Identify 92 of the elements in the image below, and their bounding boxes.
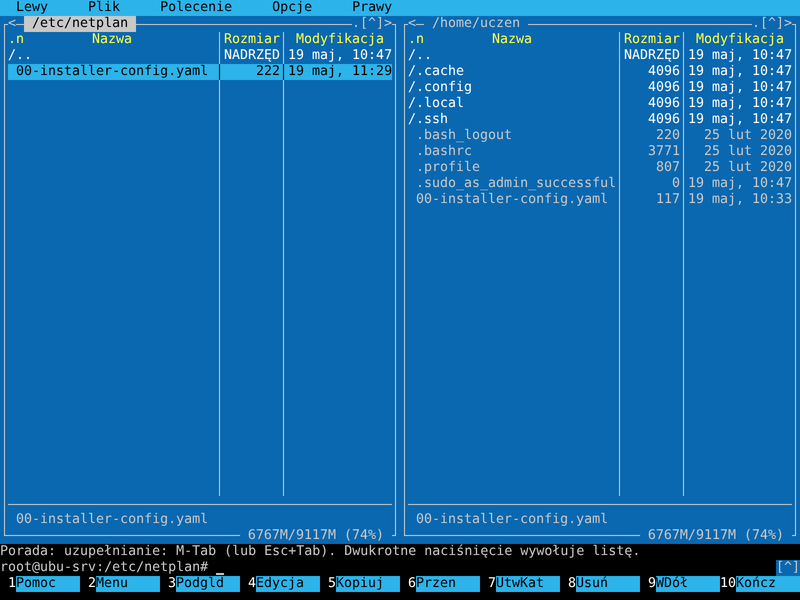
- path-title: /etc/netplan: [24, 16, 136, 32]
- table-cell: 19 maj, 10:47: [288, 48, 392, 63]
- table-cell: NADRZĘD: [224, 48, 280, 63]
- table-cell: 117: [656, 192, 680, 207]
- menu-item[interactable]: Polecenie: [160, 0, 232, 16]
- table-cell: /.config: [408, 80, 472, 96]
- status-filename: 00-installer-config.yaml: [416, 512, 608, 527]
- key-number: 10: [720, 576, 736, 592]
- table-cell: NADRZĘD: [624, 48, 680, 63]
- table-cell: .bash_logout: [416, 128, 512, 144]
- file-row[interactable]: .bash_logout 220 25 lut 2020: [408, 128, 792, 144]
- function-key-button[interactable]: Edycja: [256, 576, 320, 592]
- nav-right-button[interactable]: .[^]>: [752, 16, 792, 32]
- key-number: 3: [166, 576, 176, 592]
- table-cell: 3771: [648, 144, 680, 159]
- hint-text: Porada: uzupełnianie: M-Tab (lub Esc+Tab). Dwukrotne naciśnięcie wywołuje listę.: [0, 544, 640, 559]
- table-cell: 807: [656, 160, 680, 175]
- key-number: 2: [86, 576, 96, 592]
- column-header[interactable]: Nazwa: [92, 32, 132, 48]
- function-key-button[interactable]: Przen: [416, 576, 480, 592]
- table-cell: 25 lut 2020: [704, 144, 792, 159]
- key-number: 4: [246, 576, 256, 592]
- table-cell: 19 maj, 10:47: [688, 80, 792, 95]
- column-header[interactable]: Modyfikacja: [296, 32, 384, 47]
- table-cell: 19 maj, 10:47: [688, 96, 792, 111]
- table-cell: 220: [656, 128, 680, 143]
- file-row[interactable]: 00-installer-config.yaml 222 19 maj, 11:29: [8, 64, 392, 80]
- function-key-button[interactable]: Podgld: [176, 576, 240, 592]
- table-cell: /.cache: [408, 64, 464, 80]
- cursor: [216, 573, 224, 575]
- menu-item[interactable]: Lewy: [16, 0, 48, 16]
- column-header[interactable]: .n: [408, 32, 424, 48]
- table-cell: 4096: [648, 64, 680, 79]
- function-key-button[interactable]: Usuń: [576, 576, 640, 592]
- table-cell: 4096: [648, 112, 680, 127]
- table-cell: 00-installer-config.yaml: [16, 64, 208, 80]
- file-row[interactable]: /.. NADRZĘD 19 maj, 10:47: [8, 48, 392, 64]
- function-key-button[interactable]: UtwKat: [496, 576, 560, 592]
- table-cell: 19 maj, 11:29: [288, 64, 392, 79]
- table-cell: 25 lut 2020: [704, 160, 792, 175]
- table-cell: 4096: [648, 96, 680, 111]
- table-cell: 19 maj, 10:47: [688, 48, 792, 63]
- function-key-button[interactable]: Menu: [96, 576, 160, 592]
- column-header[interactable]: Modyfikacja: [696, 32, 784, 47]
- menu-item[interactable]: Opcje: [272, 0, 312, 16]
- menu-item[interactable]: Prawy: [352, 0, 392, 16]
- key-number: 1: [6, 576, 16, 592]
- file-row[interactable]: /.config 4096 19 maj, 10:47: [408, 80, 792, 96]
- nav-right-button[interactable]: .[^]>: [352, 16, 392, 32]
- disk-usage: 6767M/9117M (74%): [640, 528, 792, 544]
- function-key-button[interactable]: WDół: [656, 576, 720, 592]
- key-number: 7: [486, 576, 496, 592]
- table-cell: /.ssh: [408, 112, 448, 128]
- disk-usage: 6767M/9117M (74%): [240, 528, 392, 544]
- file-row[interactable]: /.cache 4096 19 maj, 10:47: [408, 64, 792, 80]
- scroll-marker: [^]: [776, 560, 800, 576]
- table-cell: .sudo_as_admin_successful: [416, 176, 616, 192]
- table-cell: 19 maj, 10:47: [688, 64, 792, 79]
- table-cell: /.local: [408, 96, 464, 112]
- file-row[interactable]: /.. NADRZĘD 19 maj, 10:47: [408, 48, 792, 64]
- table-cell: 19 maj, 10:47: [688, 112, 792, 127]
- function-key-button[interactable]: Kończ: [736, 576, 800, 592]
- file-row[interactable]: /.ssh 4096 19 maj, 10:47: [408, 112, 792, 128]
- table-cell: 25 lut 2020: [704, 128, 792, 143]
- status-filename: 00-installer-config.yaml: [16, 512, 208, 527]
- table-cell: 19 maj, 10:33: [688, 192, 792, 207]
- table-cell: 00-installer-config.yaml: [416, 192, 608, 208]
- table-cell: /..: [408, 48, 432, 64]
- file-row[interactable]: /.local 4096 19 maj, 10:47: [408, 96, 792, 112]
- key-number: 6: [406, 576, 416, 592]
- table-cell: .bashrc: [416, 144, 472, 160]
- table-cell: 0: [672, 176, 680, 191]
- shell-prompt: root@ubu-srv:/etc/netplan#: [0, 560, 208, 576]
- key-number: 8: [566, 576, 576, 592]
- table-cell: .profile: [416, 160, 480, 176]
- column-header[interactable]: .n: [8, 32, 24, 48]
- table-cell: 4096: [648, 80, 680, 95]
- menu-item[interactable]: Plik: [88, 0, 120, 16]
- file-row[interactable]: 00-installer-config.yaml 117 19 maj, 10:33: [408, 192, 792, 208]
- key-number: 9: [646, 576, 656, 592]
- function-key-button[interactable]: Kopiuj: [336, 576, 400, 592]
- table-cell: 19 maj, 10:47: [688, 176, 792, 191]
- column-header[interactable]: Nazwa: [492, 32, 532, 48]
- column-header[interactable]: Rozmiar: [224, 32, 280, 47]
- column-header[interactable]: Rozmiar: [624, 32, 680, 47]
- table-cell: /..: [8, 48, 32, 64]
- table-cell: 222: [256, 64, 280, 79]
- file-row[interactable]: .profile 807 25 lut 2020: [408, 160, 792, 176]
- function-key-button[interactable]: Pomoc: [16, 576, 80, 592]
- key-number: 5: [326, 576, 336, 592]
- file-row[interactable]: .bashrc 3771 25 lut 2020: [408, 144, 792, 160]
- file-row[interactable]: .sudo_as_admin_successful 0 19 maj, 10:47: [408, 176, 792, 192]
